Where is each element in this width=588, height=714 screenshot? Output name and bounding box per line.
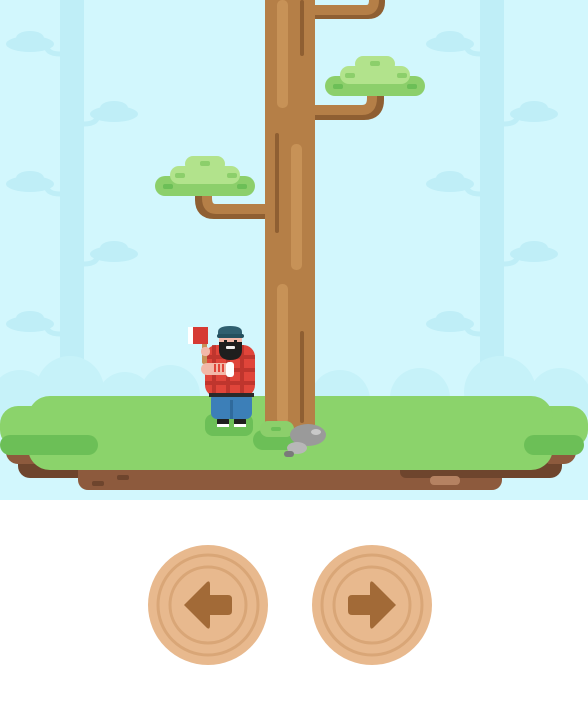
wood-disc-left — [148, 545, 268, 665]
scene-canvas — [0, 0, 588, 500]
wood-disc-right — [312, 545, 432, 665]
game-scene[interactable] — [0, 0, 588, 500]
move-left-button[interactable] — [148, 545, 268, 665]
move-right-button[interactable] — [312, 545, 432, 665]
tree-trunk — [265, 0, 315, 430]
